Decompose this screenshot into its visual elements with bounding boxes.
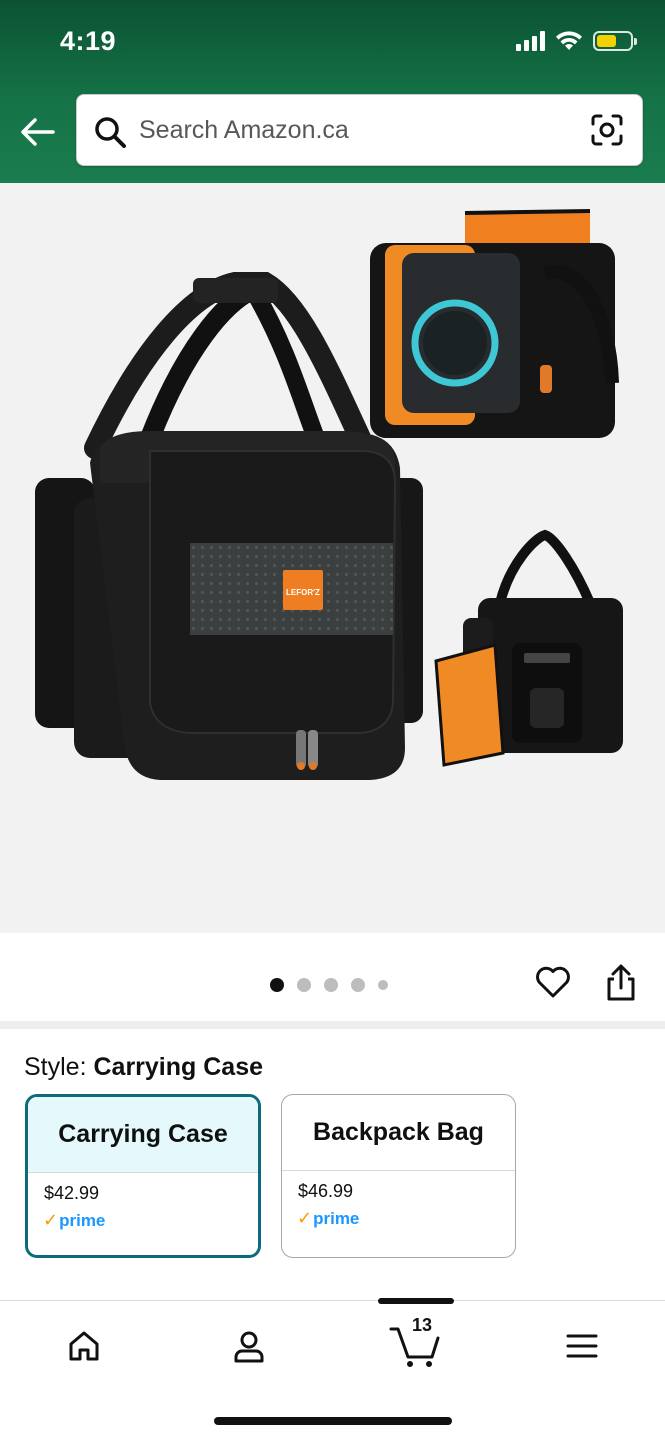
menu-icon — [566, 1334, 598, 1358]
account-icon — [234, 1331, 264, 1363]
cart-count-badge: 13 — [412, 1315, 433, 1335]
style-selected-value: Carrying Case — [93, 1053, 264, 1081]
status-icons — [516, 30, 637, 52]
style-option-price: $42.99 — [44, 1183, 100, 1203]
home-icon — [69, 1331, 99, 1361]
search-bar[interactable] — [76, 94, 643, 166]
style-label: Style: Carrying Case — [24, 1053, 263, 1082]
open-bag-with-speaker-illustration — [370, 209, 619, 438]
battery-icon — [593, 31, 637, 51]
gallery-dot-2[interactable] — [297, 978, 311, 992]
gallery-pagination[interactable] — [270, 978, 388, 992]
prime-check-icon: ✓ — [297, 1208, 313, 1228]
gallery-dot-5[interactable] — [378, 980, 388, 990]
style-option-price: $46.99 — [298, 1181, 354, 1201]
wifi-icon — [556, 31, 582, 50]
status-time: 4:19 — [60, 26, 117, 56]
style-option-carrying-case[interactable]: Carrying Case $42.99 ✓ prime — [25, 1094, 261, 1258]
style-label-prefix: Style: — [24, 1053, 94, 1081]
gallery-dot-1[interactable] — [270, 978, 284, 992]
gallery-dot-3[interactable] — [324, 978, 338, 992]
search-input[interactable] — [139, 95, 579, 165]
section-divider — [0, 1021, 665, 1029]
nav-menu[interactable] — [552, 1321, 612, 1371]
brand-logo: LEFOR'Z — [286, 588, 320, 597]
nav-home[interactable] — [54, 1321, 114, 1371]
main-bag-illustration: LEFOR'Z — [35, 272, 423, 780]
active-tab-indicator — [378, 1298, 454, 1304]
back-button[interactable] — [18, 112, 58, 152]
bag-side-open-illustration — [434, 529, 623, 767]
product-image: LEFOR'Z — [35, 209, 623, 780]
cellular-signal-icon — [516, 31, 545, 51]
nav-account[interactable] — [219, 1321, 279, 1371]
search-icon — [95, 117, 126, 148]
gallery-actions-row — [0, 933, 665, 1021]
app-header: 4:19 — [0, 0, 665, 183]
prime-badge: ✓ prime — [282, 1202, 515, 1229]
home-indicator — [214, 1417, 452, 1425]
share-icon[interactable] — [603, 963, 639, 1003]
gallery-dot-4[interactable] — [351, 978, 365, 992]
style-option-backpack-bag[interactable]: Backpack Bag $46.99 ✓ prime — [281, 1094, 516, 1258]
prime-check-icon: ✓ — [43, 1210, 59, 1230]
camera-search-icon[interactable] — [590, 113, 624, 147]
prime-label: prime — [313, 1208, 360, 1228]
prime-badge: ✓ prime — [28, 1204, 258, 1231]
style-option-name: Carrying Case — [28, 1097, 258, 1173]
style-option-name: Backpack Bag — [282, 1095, 515, 1171]
heart-icon[interactable] — [534, 963, 572, 1001]
bottom-navigation: 13 — [0, 1298, 665, 1440]
prime-label: prime — [59, 1210, 106, 1230]
arrow-left-icon — [21, 118, 55, 146]
product-image-gallery[interactable]: LEFOR'Z — [0, 183, 665, 933]
